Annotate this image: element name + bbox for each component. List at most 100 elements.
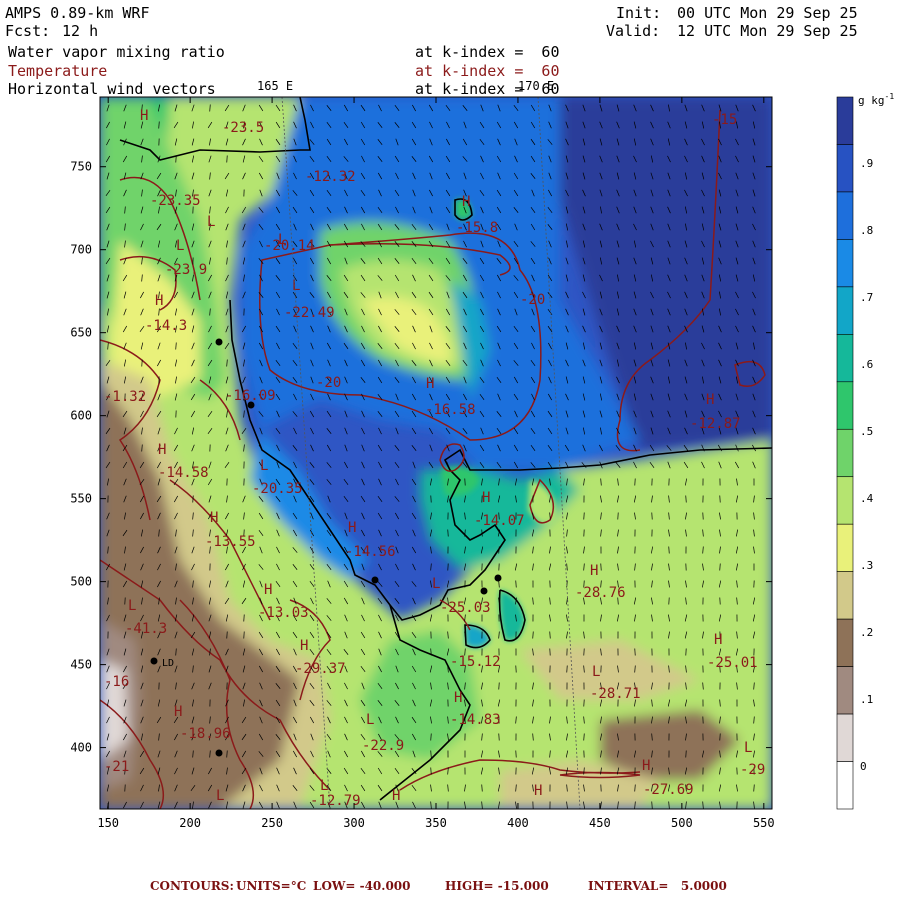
map-figure: -23.5 -12.32 -15 -23.35 -15.8 -20.14 -23.9 -20 -… [70, 92, 894, 830]
high-marker: H [174, 704, 182, 720]
colorbar-swatch [836, 191, 854, 240]
high-marker: H [210, 510, 218, 526]
footer-low: LOW= -40.000 [313, 879, 411, 893]
temperature-label: -28.76 [575, 585, 626, 601]
x-tick-label: 250 [261, 816, 283, 830]
station-dot [215, 749, 223, 757]
temperature-label: -20.14 [264, 238, 315, 254]
station-dot [215, 338, 223, 346]
station-dot [494, 574, 502, 582]
temperature-label: -13.55 [205, 534, 256, 550]
high-marker: H [714, 632, 722, 648]
high-marker: H [158, 442, 166, 458]
temperature-label: -41.3 [125, 621, 167, 637]
colorbar-swatch [836, 523, 854, 572]
high-marker: H [482, 490, 490, 506]
colorbar-swatch [836, 381, 854, 430]
temperature-label: -14.58 [158, 465, 209, 481]
map-panel: -23.5 -12.32 -15 -23.35 -15.8 -20.14 -23.9 -20 -… [100, 97, 772, 809]
colorbar-unit: g kg-1 [858, 92, 894, 107]
temperature-label: -16.58 [425, 402, 476, 418]
temperature-label: -22.49 [284, 305, 335, 321]
temperature-label: -14.07 [474, 513, 525, 529]
colorbar-label: .8 [860, 224, 873, 237]
low-marker: L [320, 778, 328, 794]
temperature-label: -20 [316, 375, 341, 391]
colorbar-label: .3 [860, 559, 873, 572]
low-marker: L [592, 664, 600, 680]
high-marker: H [264, 582, 272, 598]
station-label: LD [162, 658, 174, 669]
x-tick-label: 500 [671, 816, 693, 830]
high-marker: H [155, 293, 163, 309]
x-tick-label: 350 [425, 816, 447, 830]
colorbar-label: 0 [860, 760, 867, 773]
y-tick-label: 400 [70, 741, 92, 755]
temperature-label: -12.32 [305, 169, 356, 185]
high-marker: H [462, 194, 470, 210]
temperature-label: -25.01 [707, 655, 758, 671]
x-tick-label: 550 [753, 816, 775, 830]
colorbar-swatch [836, 666, 854, 715]
high-marker: H [454, 690, 462, 706]
colorbar-label: .2 [860, 626, 873, 639]
colorbar: .9 .8 .7 .6 .5 .4 .3 .2 .1 0 [836, 96, 874, 810]
colorbar-swatch [836, 286, 854, 335]
colorbar-swatch [836, 713, 854, 762]
station-dot [480, 587, 488, 595]
temperature-label: -12.79 [310, 793, 361, 809]
colorbar-swatch [836, 334, 854, 383]
temperature-label: -23.35 [150, 193, 201, 209]
y-tick-label: 600 [70, 409, 92, 423]
colorbar-label: .1 [860, 693, 873, 706]
temperature-label: -29 [740, 762, 765, 778]
colorbar-swatch [836, 761, 854, 810]
high-marker: H [392, 788, 400, 804]
low-marker: L [432, 576, 440, 592]
temperature-label: -16 [104, 674, 129, 690]
temperature-label: -15.12 [450, 654, 501, 670]
colorbar-label: .9 [860, 157, 873, 170]
high-marker: H [642, 758, 650, 774]
station-dot [371, 576, 379, 584]
high-marker: H [426, 376, 434, 392]
x-tick-label: 200 [179, 816, 201, 830]
temperature-label: -14.56 [345, 544, 396, 560]
temperature-label: -20 [520, 292, 545, 308]
low-marker: L [128, 598, 136, 614]
low-marker: L [292, 278, 300, 294]
high-marker: H [348, 520, 356, 536]
high-marker: H [140, 108, 148, 124]
low-marker: L [744, 740, 752, 756]
low-marker: L [278, 232, 286, 248]
temperature-label: -20.35 [252, 481, 303, 497]
temperature-label: -23.9 [165, 262, 207, 278]
temperature-label: -14.3 [145, 318, 187, 334]
footer-contours: CONTOURS: [150, 879, 234, 893]
temperature-label: -21 [104, 759, 129, 775]
colorbar-swatch [836, 239, 854, 288]
temperature-label: -28.71 [590, 686, 641, 702]
low-marker: L [207, 214, 215, 230]
y-tick-label: 550 [70, 492, 92, 506]
high-marker: H [300, 638, 308, 654]
y-tick-label: 750 [70, 160, 92, 174]
temperature-label: -1.32 [104, 389, 146, 405]
colorbar-swatch [836, 144, 854, 193]
colorbar-swatch [836, 571, 854, 620]
colorbar-swatch [836, 476, 854, 525]
temperature-label: -18.96 [180, 726, 231, 742]
x-tick-label: 150 [97, 816, 119, 830]
x-tick-label: 450 [589, 816, 611, 830]
colorbar-label: .6 [860, 358, 873, 371]
x-tick-label: 300 [343, 816, 365, 830]
temperature-label: -25.03 [440, 600, 491, 616]
low-marker: L [366, 712, 374, 728]
footer-interval: INTERVAL= 5.0000 [588, 879, 727, 893]
station-dot [247, 401, 255, 409]
temperature-label: -12.87 [690, 416, 741, 432]
y-tick-label: 650 [70, 326, 92, 340]
low-marker: L [260, 458, 268, 474]
low-marker: L [216, 788, 224, 804]
colorbar-swatch [836, 618, 854, 667]
